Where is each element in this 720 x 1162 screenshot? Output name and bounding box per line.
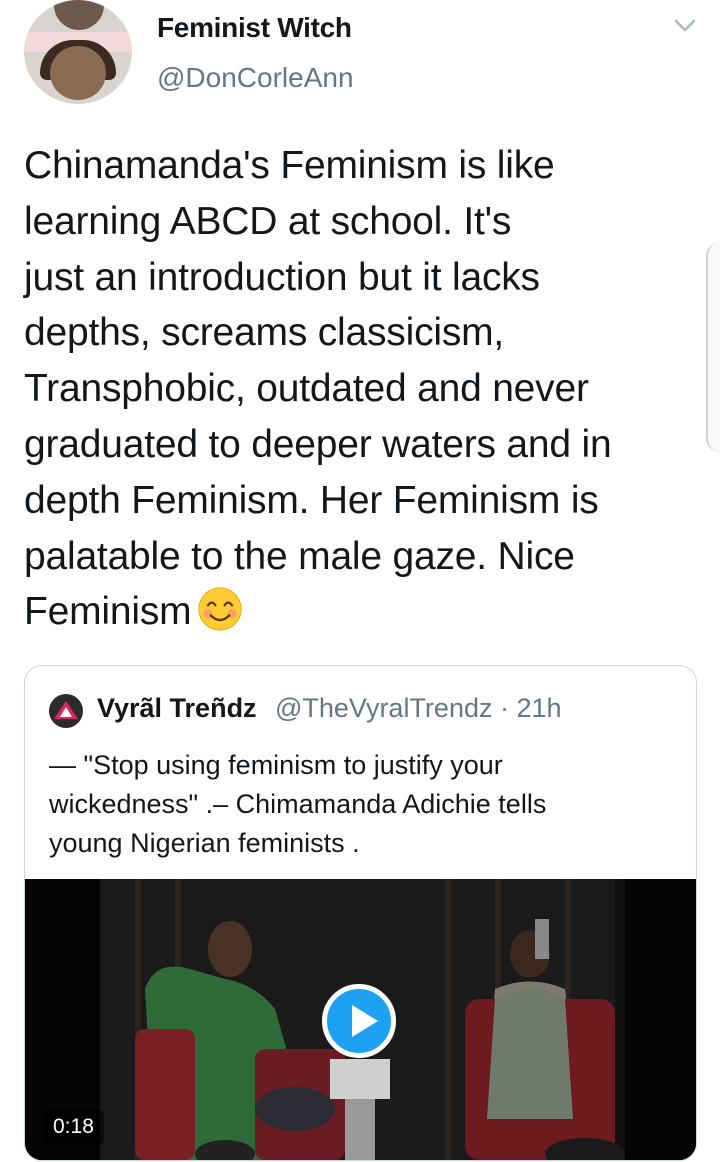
tweet-body: Chinamanda's Feminism is like learning A… [24, 144, 612, 634]
quoted-tweet-text: — "Stop using feminism to justify your w… [49, 750, 547, 858]
play-icon [352, 1005, 378, 1037]
quoted-timestamp[interactable]: 21h [517, 693, 562, 723]
author-avatar[interactable] [24, 0, 132, 104]
quoted-author-avatar[interactable] [49, 694, 83, 728]
quoted-meta: @TheVyralTrendz · 21h [275, 693, 562, 724]
video-duration: 0:18 [43, 1109, 104, 1145]
viral-logo-icon [54, 701, 78, 719]
quoted-display-name[interactable]: Vyrãl Treñdz [97, 693, 257, 724]
quoted-handle[interactable]: @TheVyralTrendz [275, 693, 492, 723]
play-button[interactable] [322, 984, 396, 1058]
tweet-text: Chinamanda's Feminism is like learning A… [24, 138, 704, 640]
smiling-face-emoji-icon [198, 587, 243, 631]
author-handle[interactable]: @DonCorleAnn [157, 62, 354, 94]
meta-separator: · [500, 693, 509, 723]
author-display-name[interactable]: Feminist Witch [157, 12, 352, 44]
quoted-tweet-card[interactable]: Vyrãl Treñdz @TheVyralTrendz · 21h — "St… [24, 665, 697, 1161]
video-player[interactable]: 0:18 [25, 879, 696, 1160]
chevron-down-icon[interactable] [674, 18, 696, 34]
side-scroll-handle[interactable] [706, 242, 720, 452]
